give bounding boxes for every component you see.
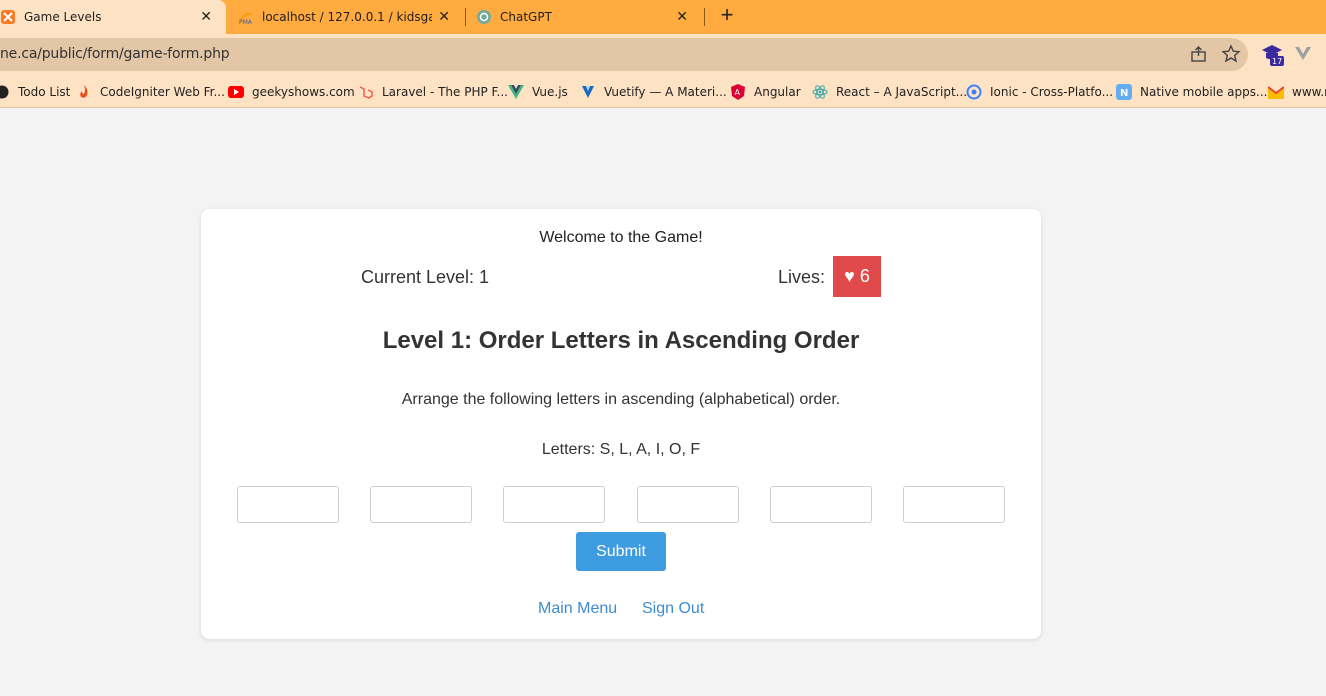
browser-tab-bar: Game Levels ✕ PMA localhost / 127.0.0.1 … — [0, 0, 1326, 34]
tab-separator — [465, 8, 466, 26]
extension-graduation-icon[interactable]: 17 — [1260, 42, 1286, 68]
bookmark-star-icon[interactable] — [1221, 44, 1241, 64]
welcome-text: Welcome to the Game! — [539, 229, 703, 246]
close-tab-icon[interactable]: ✕ — [200, 9, 212, 25]
vuetify-icon — [580, 84, 596, 100]
bookmark-angular[interactable]: A Angular — [730, 82, 801, 102]
bookmark-codeigniter[interactable]: CodeIgniter Web Fr... — [76, 82, 225, 102]
address-bar[interactable]: ne.ca/public/form/game-form.php — [0, 38, 1248, 71]
vue-icon — [508, 84, 524, 100]
bookmark-vuetify[interactable]: Vuetify — A Materi... — [580, 82, 727, 102]
svg-text:A: A — [735, 88, 741, 97]
bookmark-nativescript[interactable]: N Native mobile apps... — [1116, 82, 1267, 102]
current-level: Current Level: 1 — [361, 267, 490, 287]
svg-text:PMA: PMA — [239, 19, 253, 25]
tab-game-levels[interactable]: Game Levels ✕ — [0, 0, 226, 34]
level-heading: Level 1: Order Letters in Ascending Orde… — [382, 327, 860, 354]
lives-badge: ♥ 6 — [833, 256, 881, 297]
letter-input-1[interactable] — [237, 486, 339, 523]
browser-toolbar: ne.ca/public/form/game-form.php 17 — [0, 34, 1326, 76]
github-icon — [0, 84, 10, 100]
letter-input-3[interactable] — [503, 486, 605, 523]
gmail-icon — [1268, 84, 1284, 100]
bookmark-geekyshows[interactable]: geekyshows.com — [228, 82, 355, 102]
youtube-icon — [228, 84, 244, 100]
bookmark-ionic[interactable]: Ionic - Cross-Platfo... — [966, 82, 1113, 102]
letter-input-6[interactable] — [903, 486, 1005, 523]
letter-input-4[interactable] — [637, 486, 739, 523]
bookmark-gmail[interactable]: www.m — [1268, 82, 1326, 102]
phpmyadmin-icon: PMA — [238, 9, 254, 25]
game-card: Welcome to the Game! Current Level: 1 Li… — [201, 209, 1041, 639]
submit-button[interactable]: Submit — [576, 532, 666, 571]
tab-chatgpt[interactable]: ChatGPT ✕ — [476, 0, 702, 34]
tab-separator — [704, 8, 705, 26]
main-menu-link[interactable]: Main Menu — [538, 600, 617, 618]
letters-text: Letters: S, L, A, I, O, F — [541, 441, 701, 458]
share-icon[interactable] — [1189, 44, 1209, 64]
bookmark-laravel[interactable]: Laravel - The PHP F... — [358, 82, 508, 102]
svg-text:N: N — [1120, 88, 1128, 99]
ionic-icon — [966, 84, 982, 100]
chatgpt-icon — [476, 9, 492, 25]
bookmark-vue[interactable]: Vue.js — [508, 82, 568, 102]
laravel-icon — [358, 84, 374, 100]
react-icon — [812, 84, 828, 100]
sign-out-link[interactable]: Sign Out — [642, 600, 704, 618]
extension-badge-count: 17 — [1272, 57, 1282, 66]
bookmark-todo-list[interactable]: Todo List — [0, 82, 70, 102]
nativescript-icon: N — [1116, 84, 1132, 100]
bookmark-react[interactable]: React – A JavaScript... — [812, 82, 967, 102]
codeigniter-icon — [76, 84, 92, 100]
lives-label: Lives: — [778, 267, 826, 287]
angular-icon: A — [730, 84, 746, 100]
letter-input-5[interactable] — [770, 486, 872, 523]
bookmarks-bar: Todo List CodeIgniter Web Fr... geekysho… — [0, 76, 1326, 108]
instruction-text: Arrange the following letters in ascendi… — [401, 391, 841, 408]
close-tab-icon[interactable]: ✕ — [438, 9, 450, 25]
url-text[interactable]: ne.ca/public/form/game-form.php — [0, 46, 230, 62]
letter-inputs — [237, 486, 1005, 523]
tab-phpmyadmin[interactable]: PMA localhost / 127.0.0.1 / kidsgames ✕ — [238, 0, 464, 34]
close-tab-icon[interactable]: ✕ — [676, 9, 688, 25]
extension-v-icon[interactable] — [1292, 42, 1318, 68]
xampp-icon — [0, 9, 16, 25]
letter-input-2[interactable] — [370, 486, 472, 523]
new-tab-button[interactable]: + — [715, 4, 739, 28]
